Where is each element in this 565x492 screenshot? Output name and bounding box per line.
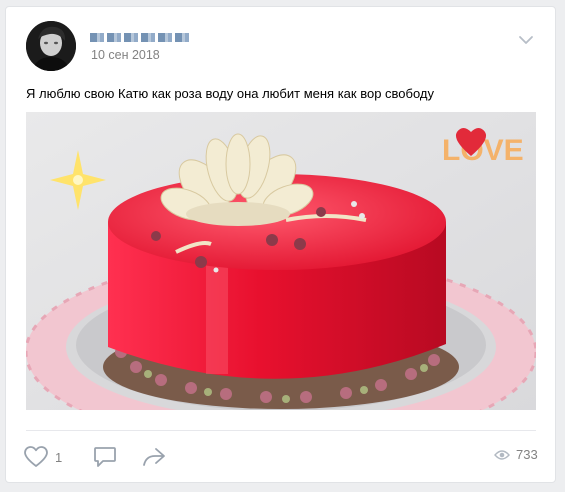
like-button[interactable]: 1 <box>24 445 62 469</box>
author-name[interactable] <box>90 33 192 42</box>
post-menu-button[interactable] <box>516 33 536 47</box>
views-count: 733 <box>516 447 538 462</box>
post-card: 10 сен 2018 Я люблю свою Катю как роза в… <box>5 6 556 483</box>
post-date[interactable]: 10 сен 2018 <box>91 48 160 62</box>
comment-icon <box>94 447 116 467</box>
comment-button[interactable] <box>93 445 117 469</box>
chevron-down-icon <box>519 36 533 44</box>
eye-icon <box>494 449 510 460</box>
post-photo[interactable]: LOVE <box>26 112 536 410</box>
views-counter: 733 <box>494 447 538 462</box>
like-count: 1 <box>55 449 63 465</box>
share-button[interactable] <box>142 445 166 469</box>
share-arrow-icon <box>143 448 165 466</box>
heart-icon <box>24 446 48 467</box>
footer-divider <box>26 430 536 431</box>
avatar[interactable] <box>26 21 76 71</box>
post-text: Я люблю свою Катю как роза воду она люби… <box>26 86 435 101</box>
